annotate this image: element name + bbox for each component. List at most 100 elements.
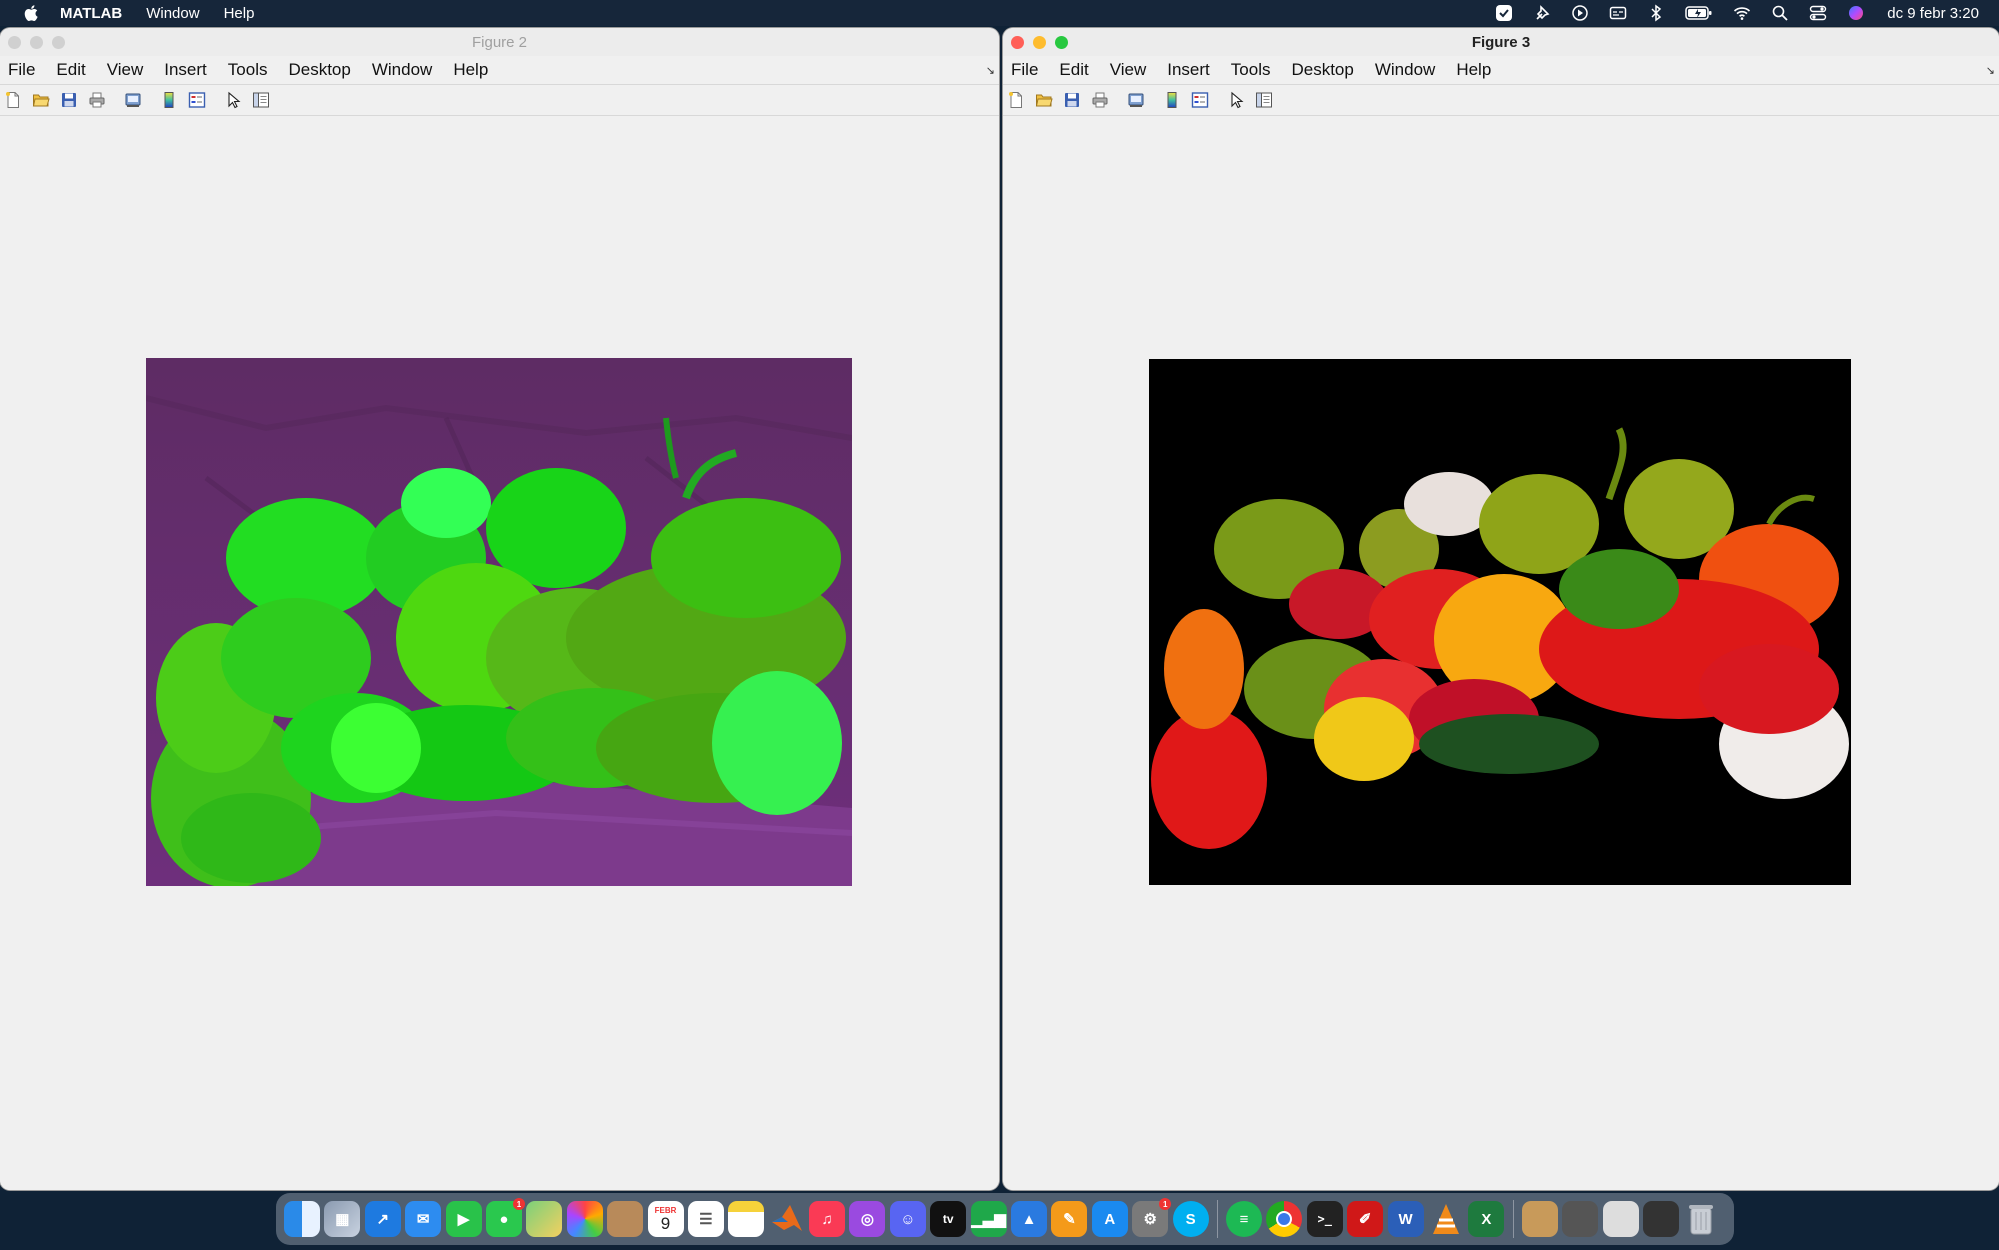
discord-icon[interactable]: ☺ — [889, 1201, 926, 1237]
figure-2-window[interactable]: Figure 2 File Edit View Insert Tools Des… — [0, 28, 999, 1190]
menu-insert[interactable]: Insert — [1167, 60, 1210, 80]
finder-icon[interactable] — [284, 1201, 320, 1237]
select-arrow-icon[interactable] — [1227, 91, 1245, 109]
figure-toolbar — [1003, 85, 1999, 116]
downloads-stack-icon[interactable] — [1602, 1201, 1639, 1237]
podcasts-icon[interactable]: ◎ — [849, 1201, 886, 1237]
dock-arrow-icon[interactable]: ↘ — [986, 64, 995, 77]
print-icon[interactable] — [1091, 91, 1109, 109]
terminal-icon[interactable]: >_ — [1306, 1201, 1343, 1237]
maps-icon[interactable] — [526, 1201, 563, 1237]
menu-edit[interactable]: Edit — [56, 60, 85, 80]
reminders-icon[interactable]: ☰ — [687, 1201, 724, 1237]
mail-icon[interactable]: ✉ — [405, 1201, 442, 1237]
tv-icon[interactable]: tv — [930, 1201, 967, 1237]
control-center-icon[interactable] — [1809, 4, 1827, 22]
dock-separator — [1216, 1200, 1218, 1238]
photos-icon[interactable] — [566, 1201, 603, 1237]
screenshot-stack-icon[interactable] — [1562, 1201, 1599, 1237]
colorbar-icon[interactable] — [1163, 91, 1181, 109]
system-preferences-icon[interactable]: ⚙ 1 — [1132, 1198, 1172, 1237]
menu-edit[interactable]: Edit — [1059, 60, 1088, 80]
new-figure-icon[interactable] — [4, 91, 22, 109]
figure-3-window[interactable]: Figure 3 File Edit View Insert Tools Des… — [1003, 28, 1999, 1190]
chrome-icon[interactable] — [1266, 1201, 1303, 1237]
save-icon[interactable] — [60, 91, 78, 109]
menubar-clock[interactable]: dc 9 febr 3:20 — [1887, 5, 1979, 22]
menu-desktop[interactable]: Desktop — [1291, 60, 1353, 80]
menu-tools[interactable]: Tools — [228, 60, 268, 80]
window-title: Figure 3 — [1471, 34, 1531, 51]
print-preview-icon[interactable] — [1127, 91, 1145, 109]
launchpad-icon[interactable]: ▦ — [324, 1201, 361, 1237]
numbers-icon[interactable]: ▁▃▆ — [970, 1201, 1007, 1237]
spotlight-icon[interactable] — [1771, 4, 1789, 22]
dock-arrow-icon[interactable]: ↘ — [1986, 64, 1995, 77]
figure-3-titlebar[interactable]: Figure 3 — [1003, 28, 1999, 56]
word-icon[interactable]: W — [1387, 1201, 1424, 1237]
figure-menu-bar: File Edit View Insert Tools Desktop Wind… — [0, 56, 999, 85]
pin-icon[interactable] — [1533, 4, 1551, 22]
menubar-item-help[interactable]: Help — [224, 5, 255, 22]
play-icon[interactable] — [1571, 4, 1589, 22]
spotify-icon[interactable]: ≡ — [1225, 1201, 1262, 1237]
menu-tools[interactable]: Tools — [1231, 60, 1271, 80]
peppers-green-image — [146, 358, 852, 886]
trash-icon[interactable] — [1683, 1201, 1719, 1237]
caption-icon[interactable] — [1609, 4, 1627, 22]
new-figure-icon[interactable] — [1007, 91, 1025, 109]
menu-bar: MATLAB Window Help dc 9 febr 3:20 — [0, 0, 1999, 26]
menu-window[interactable]: Window — [372, 60, 432, 80]
menubar-app-name[interactable]: MATLAB — [60, 5, 122, 22]
messages-badge: 1 — [512, 1198, 525, 1210]
select-arrow-icon[interactable] — [224, 91, 242, 109]
wifi-icon[interactable] — [1733, 4, 1751, 22]
menu-desktop[interactable]: Desktop — [288, 60, 350, 80]
menu-help[interactable]: Help — [453, 60, 488, 80]
menu-window[interactable]: Window — [1375, 60, 1435, 80]
apple-menu-icon[interactable] — [22, 3, 42, 23]
keynote-icon[interactable]: ▲ — [1011, 1201, 1048, 1237]
document-stack-icon[interactable] — [1521, 1201, 1558, 1237]
property-inspector-icon[interactable] — [1255, 91, 1273, 109]
focus-icon[interactable] — [1495, 4, 1513, 22]
menu-file[interactable]: File — [1011, 60, 1038, 80]
colorbar-icon[interactable] — [160, 91, 178, 109]
messages-icon[interactable]: ● 1 — [485, 1198, 525, 1237]
music-icon[interactable]: ♫ — [809, 1201, 846, 1237]
battery-icon[interactable] — [1685, 4, 1713, 22]
open-file-icon[interactable] — [32, 91, 50, 109]
acrobat-icon[interactable]: ✐ — [1347, 1201, 1384, 1237]
vlc-icon[interactable] — [1428, 1201, 1464, 1237]
excel-icon[interactable]: X — [1468, 1201, 1505, 1237]
print-icon[interactable] — [88, 91, 106, 109]
matlab-icon[interactable] — [769, 1201, 805, 1237]
window-title: Figure 2 — [471, 34, 528, 51]
menu-insert[interactable]: Insert — [164, 60, 207, 80]
menubar-item-window[interactable]: Window — [146, 5, 199, 22]
pages-icon[interactable]: ✎ — [1051, 1201, 1088, 1237]
notes-icon[interactable] — [728, 1201, 765, 1237]
app-store-icon[interactable]: A — [1091, 1201, 1128, 1237]
menu-view[interactable]: View — [1110, 60, 1147, 80]
dock-separator — [1512, 1200, 1514, 1238]
print-preview-icon[interactable] — [124, 91, 142, 109]
legend-icon[interactable] — [1191, 91, 1209, 109]
bluetooth-icon[interactable] — [1647, 4, 1665, 22]
open-file-icon[interactable] — [1035, 91, 1053, 109]
peppers-masked-image — [1149, 359, 1851, 885]
safari-icon[interactable]: ↗ — [364, 1201, 401, 1237]
recent-window-icon[interactable] — [1642, 1201, 1679, 1237]
contacts-icon[interactable] — [607, 1201, 644, 1237]
skype-icon[interactable]: S — [1172, 1201, 1209, 1237]
property-inspector-icon[interactable] — [252, 91, 270, 109]
siri-icon[interactable] — [1847, 4, 1865, 22]
menu-view[interactable]: View — [107, 60, 144, 80]
menu-help[interactable]: Help — [1456, 60, 1491, 80]
menu-file[interactable]: File — [8, 60, 35, 80]
legend-icon[interactable] — [188, 91, 206, 109]
facetime-icon[interactable]: ▶ — [445, 1201, 482, 1237]
figure-2-titlebar[interactable]: Figure 2 — [0, 28, 999, 56]
save-icon[interactable] — [1063, 91, 1081, 109]
calendar-icon[interactable]: FEBR 9 — [647, 1201, 684, 1237]
